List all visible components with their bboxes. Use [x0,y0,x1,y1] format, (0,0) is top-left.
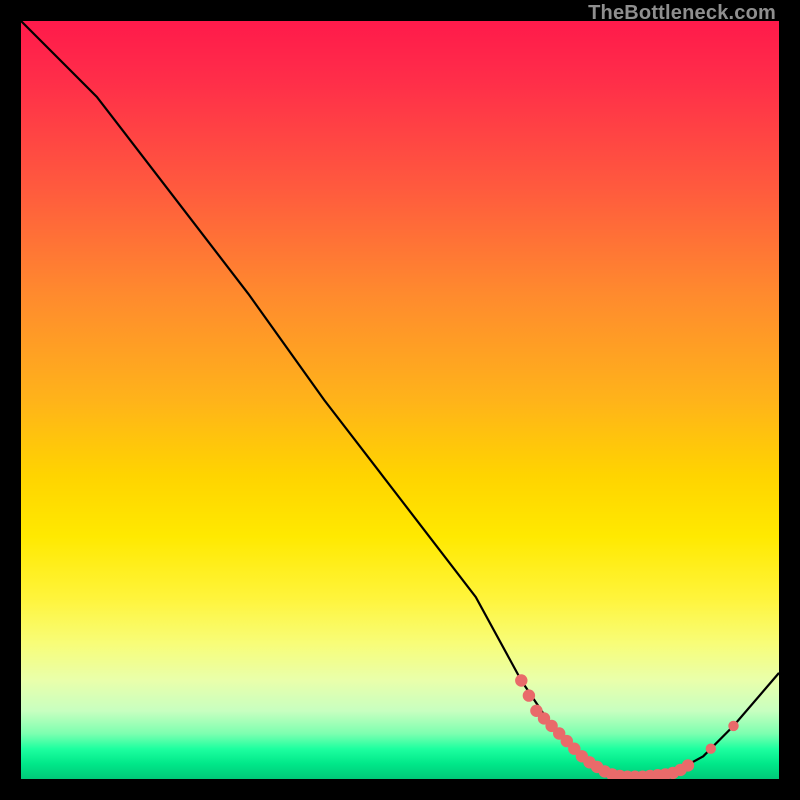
marker-dot [706,744,716,754]
curve-layer [21,21,779,779]
marker-dot [523,689,535,701]
marker-dot [682,759,694,771]
marker-dot [515,674,527,686]
bottleneck-curve [21,21,779,777]
chart-stage: TheBottleneck.com [0,0,800,800]
marker-group [515,674,739,779]
plot-area [21,21,779,779]
marker-dot [728,721,738,731]
